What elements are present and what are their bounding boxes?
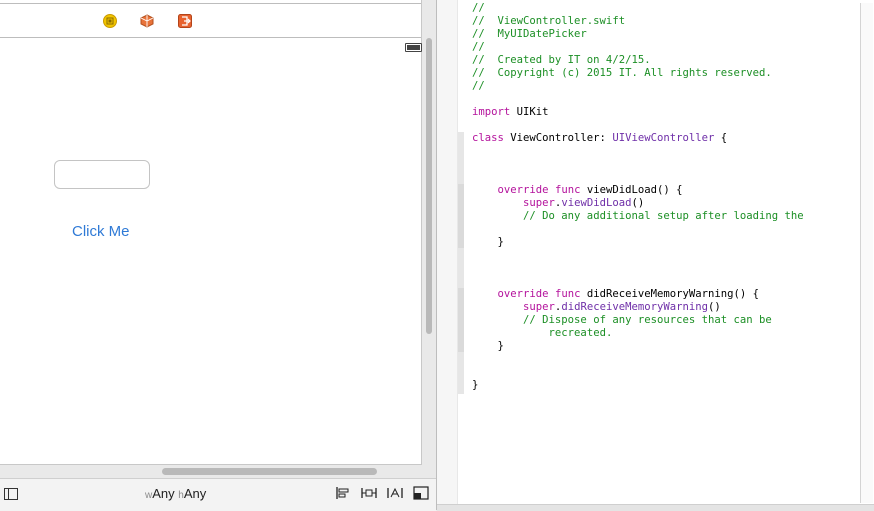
code-line[interactable]: } xyxy=(472,236,804,249)
code-line[interactable] xyxy=(472,262,804,275)
document-outline-toggle-icon[interactable] xyxy=(4,488,18,500)
click-me-button[interactable]: Click Me xyxy=(72,223,130,240)
text-field[interactable] xyxy=(54,160,150,189)
code-line[interactable]: super.viewDidLoad() xyxy=(472,197,804,210)
canvas-horizontal-scrollbar[interactable] xyxy=(162,468,377,475)
code-token: UIViewController xyxy=(612,132,715,144)
code-token: super xyxy=(523,301,555,313)
code-line[interactable] xyxy=(472,275,804,288)
code-token: super xyxy=(523,197,555,209)
code-line[interactable] xyxy=(472,171,804,184)
width-size-class: Any xyxy=(152,486,175,501)
code-editor[interactable]: //// ViewController.swift// MyUIDatePick… xyxy=(437,0,874,511)
view-controller-scene[interactable]: Click Me xyxy=(0,0,422,465)
code-line[interactable]: // Do any additional setup after loading… xyxy=(472,210,804,223)
resolve-auto-layout-icon[interactable] xyxy=(387,486,403,500)
code-token: // Created by IT on 4/2/15. xyxy=(472,54,651,66)
code-token: // xyxy=(472,80,485,92)
code-token: // Dispose of any resources that can be xyxy=(523,314,772,326)
code-line[interactable] xyxy=(472,249,804,262)
code-line[interactable]: override func didReceiveMemoryWarning() … xyxy=(472,288,804,301)
code-token: // Copyright (c) 2015 IT. All rights res… xyxy=(472,67,772,79)
code-line[interactable]: super.didReceiveMemoryWarning() xyxy=(472,301,804,314)
code-line[interactable] xyxy=(472,158,804,171)
code-token: // Do any additional setup after loading… xyxy=(523,210,804,222)
code-token: func xyxy=(554,288,581,300)
editor-gutter[interactable] xyxy=(437,0,458,504)
code-token: recreated. xyxy=(548,327,613,339)
code-fold-ribbon[interactable] xyxy=(458,132,464,394)
code-line[interactable] xyxy=(472,145,804,158)
code-token: import xyxy=(472,106,511,118)
code-token: () xyxy=(708,301,721,313)
code-line[interactable]: // xyxy=(472,80,804,93)
code-line[interactable]: // Copyright (c) 2015 IT. All rights res… xyxy=(472,67,804,80)
exit-icon[interactable] xyxy=(178,14,192,28)
code-line[interactable]: import UIKit xyxy=(472,106,804,119)
code-token: override xyxy=(497,184,549,196)
code-token: didReceiveMemoryWarning xyxy=(561,301,709,313)
code-token: func xyxy=(554,184,581,196)
code-line[interactable]: class ViewController: UIViewController { xyxy=(472,132,804,145)
editor-vertical-scrollbar[interactable] xyxy=(860,3,873,503)
canvas-bottom-bar: wAny hAny xyxy=(0,478,436,511)
code-token: // xyxy=(472,41,485,53)
code-token: // MyUIDatePicker xyxy=(472,28,587,40)
canvas-vertical-scrollbar[interactable] xyxy=(426,38,432,334)
code-line[interactable]: // Dispose of any resources that can be xyxy=(472,314,804,327)
code-line[interactable] xyxy=(472,223,804,236)
code-line[interactable] xyxy=(472,366,804,379)
code-token: } xyxy=(472,236,504,248)
code-line[interactable]: // xyxy=(472,2,804,15)
view-controller-icon[interactable] xyxy=(103,14,117,28)
code-token: viewDidLoad xyxy=(561,197,632,209)
code-line[interactable] xyxy=(472,353,804,366)
first-responder-icon[interactable] xyxy=(140,14,154,28)
code-line[interactable] xyxy=(472,119,804,132)
code-line[interactable]: } xyxy=(472,340,804,353)
scene-dock xyxy=(0,3,421,38)
code-line[interactable]: recreated. xyxy=(472,327,804,340)
code-token: didReceiveMemoryWarning() { xyxy=(580,288,760,300)
code-token: { xyxy=(714,132,728,144)
code-token: // xyxy=(472,2,485,14)
height-size-class: Any xyxy=(183,486,207,501)
code-token: ViewController: xyxy=(503,132,613,144)
code-token: viewDidLoad() { xyxy=(580,184,683,196)
size-class-selector[interactable]: wAny hAny xyxy=(145,486,206,501)
resizing-behavior-icon[interactable] xyxy=(413,486,429,500)
code-line[interactable]: // xyxy=(472,41,804,54)
code-fold-ribbon[interactable] xyxy=(458,288,464,352)
code-token: UIKit xyxy=(510,106,549,118)
code-line[interactable]: // Created by IT on 4/2/15. xyxy=(472,54,804,67)
code-line[interactable]: override func viewDidLoad() { xyxy=(472,184,804,197)
battery-icon xyxy=(405,43,422,52)
align-icon[interactable] xyxy=(335,486,351,500)
storyboard-pane: Click Me wAny hAny xyxy=(0,0,436,511)
code-fold-ribbon[interactable] xyxy=(458,184,464,248)
code-token: // ViewController.swift xyxy=(472,15,626,27)
code-line[interactable]: } xyxy=(472,379,804,392)
code-line[interactable]: // MyUIDatePicker xyxy=(472,28,804,41)
code-token: class xyxy=(472,132,504,144)
source-code[interactable]: //// ViewController.swift// MyUIDatePick… xyxy=(472,2,804,392)
code-token: override xyxy=(497,288,549,300)
code-line[interactable]: // ViewController.swift xyxy=(472,15,804,28)
storyboard-canvas[interactable]: Click Me xyxy=(0,0,436,478)
code-token: () xyxy=(631,197,645,209)
pin-icon[interactable] xyxy=(361,486,377,500)
code-token: } xyxy=(472,340,504,352)
code-token: } xyxy=(472,379,479,391)
code-line[interactable] xyxy=(472,93,804,106)
